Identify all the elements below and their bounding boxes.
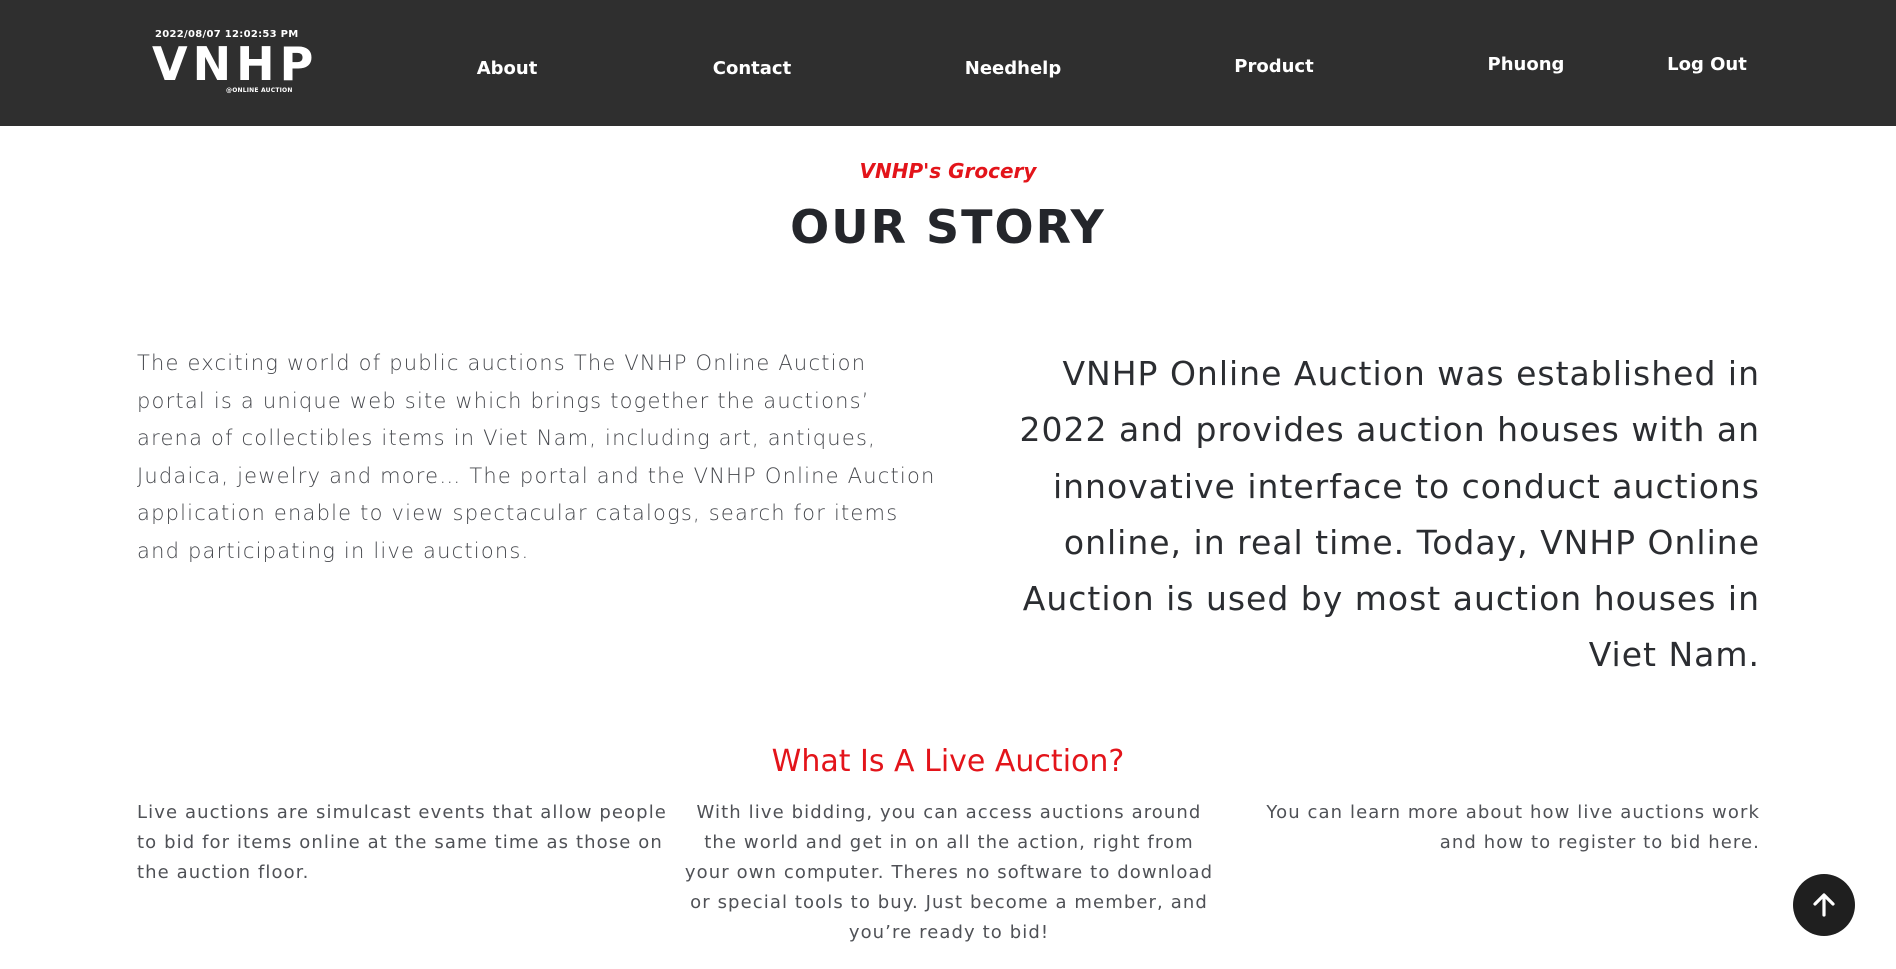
nav-about[interactable]: About: [477, 58, 538, 79]
live-auction-column-3: You can learn more about how live auctio…: [1266, 802, 1760, 853]
nav-contact[interactable]: Contact: [713, 58, 791, 79]
nav-product[interactable]: Product: [1234, 56, 1313, 77]
top-navbar: 2022/08/07 12:02:53 PM VNHP @ONLINE AUCT…: [0, 0, 1896, 126]
story-subtitle: VNHP's Grocery: [859, 159, 1037, 183]
story-left-text: The exciting world of public auctions Th…: [137, 351, 936, 563]
story-right-text: VNHP Online Auction was established in 2…: [1019, 354, 1760, 675]
arrow-up-icon: [1813, 893, 1835, 917]
back-to-top-button[interactable]: [1793, 874, 1855, 936]
page-title: OUR STORY: [790, 200, 1106, 254]
nav-logout[interactable]: Log Out: [1667, 54, 1747, 75]
nav-user-profile[interactable]: Phuong: [1488, 54, 1565, 75]
live-auction-column-1: Live auctions are simulcast events that …: [137, 802, 667, 883]
brand-logo[interactable]: 2022/08/07 12:02:53 PM VNHP @ONLINE AUCT…: [152, 26, 313, 102]
logo-text: VNHP: [152, 37, 319, 91]
logo-tagline: @ONLINE AUCTION: [226, 87, 293, 94]
live-auction-column-2: With live bidding, you can access auctio…: [684, 802, 1214, 943]
nav-needhelp[interactable]: Needhelp: [965, 58, 1061, 79]
live-auction-title: What Is A Live Auction?: [771, 744, 1125, 779]
